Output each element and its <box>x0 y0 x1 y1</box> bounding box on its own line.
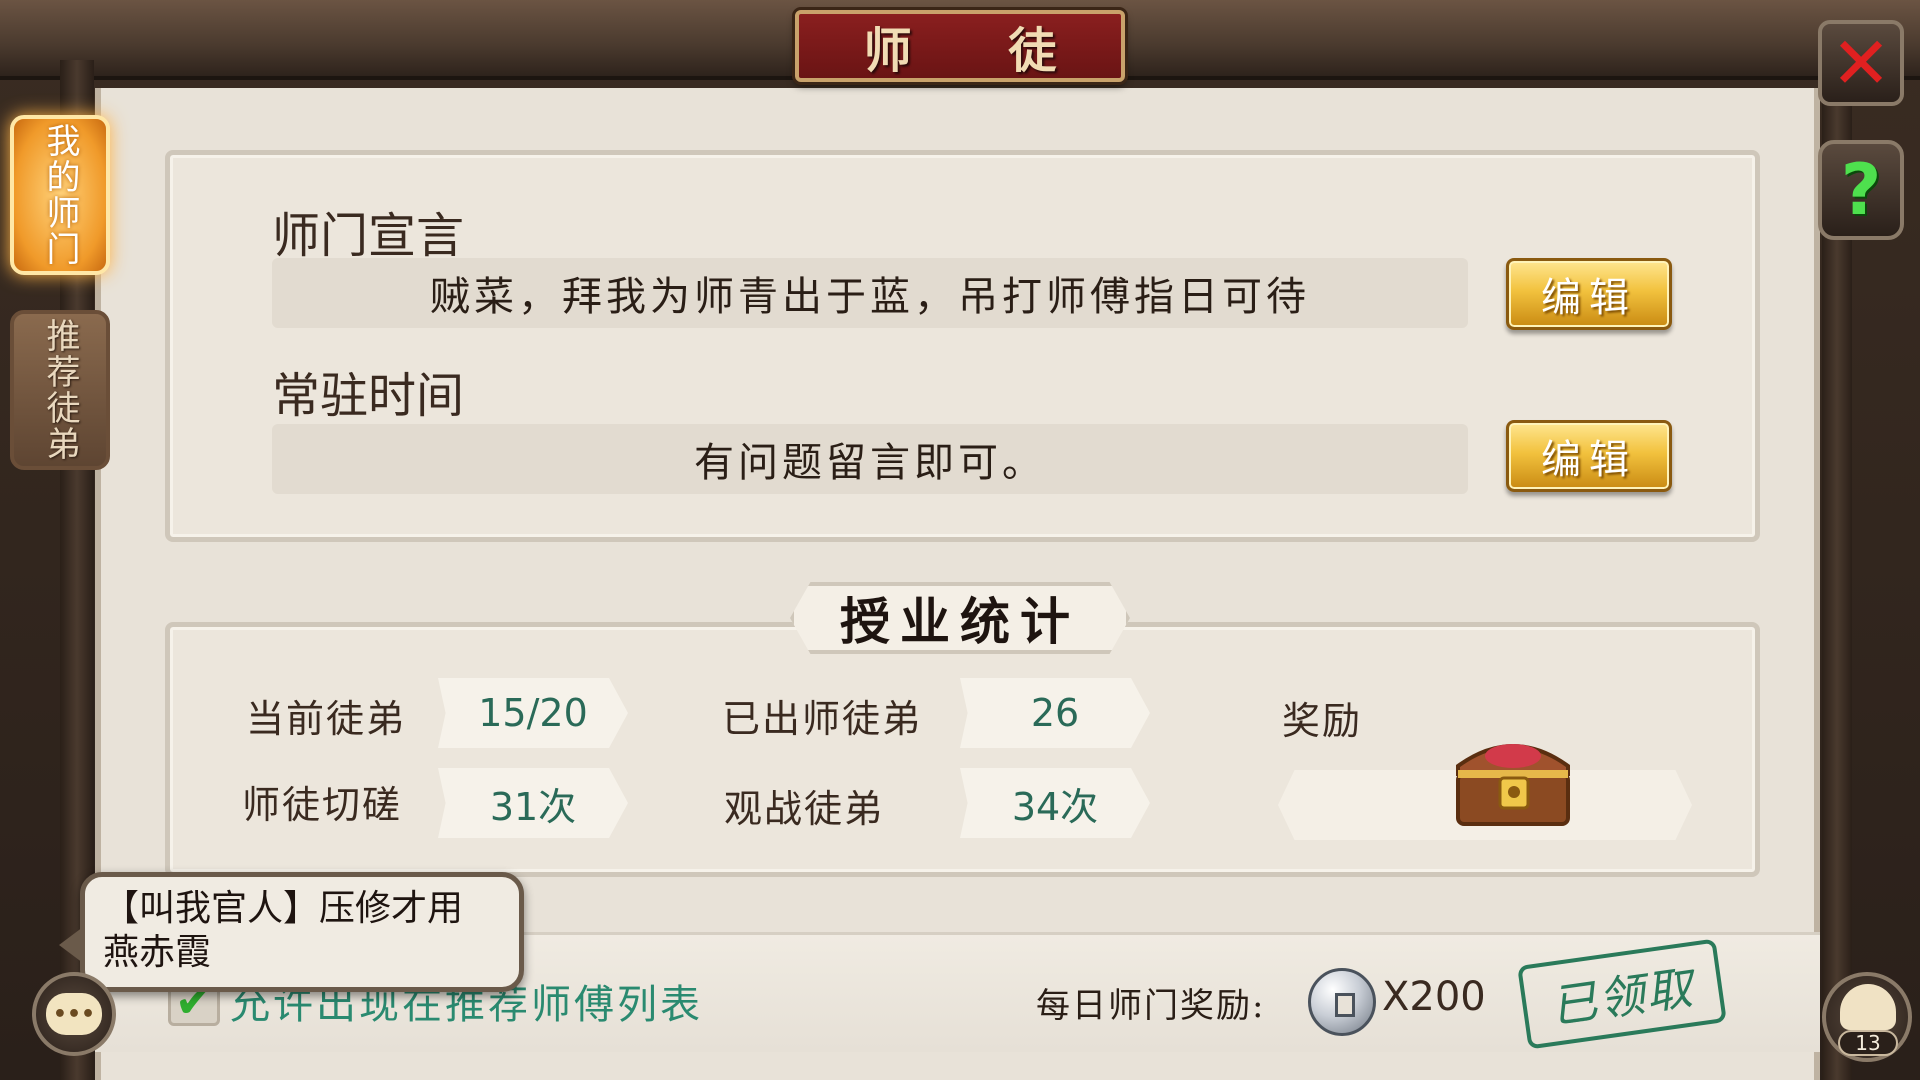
friends-icon <box>1840 984 1896 1030</box>
help-button[interactable]: ? <box>1818 140 1904 240</box>
reward-label: 奖励 <box>1282 699 1363 743</box>
chat-icon: ••• <box>46 993 102 1035</box>
sparring-value: 31次 <box>438 768 628 838</box>
treasure-chest-icon[interactable] <box>1448 726 1578 830</box>
tab-my-school[interactable]: 我的师门 <box>10 115 110 275</box>
close-icon: ✕ <box>1830 21 1892 105</box>
friends-count: 13 <box>1838 1030 1898 1056</box>
graduated-disciples-label: 已出师徒弟 <box>722 697 923 741</box>
chat-line-1: 【叫我官人】压修才用 <box>103 888 464 929</box>
current-disciples-value: 15/20 <box>438 678 628 748</box>
edit-declaration-button[interactable]: 编辑 <box>1506 258 1672 330</box>
spectate-value: 34次 <box>960 768 1150 838</box>
spectate-label: 观战徒弟 <box>724 787 885 831</box>
silver-coin-icon <box>1308 968 1376 1036</box>
window-title: 师 徒 <box>863 23 1097 79</box>
daily-reward-label: 每日师门奖励: <box>1036 986 1266 1026</box>
claimed-label: 已领取 <box>1547 960 1698 1034</box>
graduated-disciples-value: 26 <box>960 678 1150 748</box>
chat-button[interactable]: ••• <box>32 972 116 1056</box>
close-button[interactable]: ✕ <box>1818 20 1904 106</box>
tab-my-school-label: 我的师门 <box>40 123 80 267</box>
online-time-title: 常驻时间 <box>272 368 465 424</box>
tab-recommended-disciples[interactable]: 推荐徒弟 <box>10 310 110 470</box>
sparring-label: 师徒切磋 <box>242 783 403 827</box>
window-title-plaque: 师 徒 <box>795 10 1125 82</box>
chat-bubble[interactable]: 【叫我官人】压修才用 燕赤霞 <box>59 872 524 992</box>
tab-recommended-disciples-label: 推荐徒弟 <box>40 318 80 462</box>
friends-button[interactable]: 13 <box>1822 972 1912 1062</box>
declaration-text: 贼菜，拜我为师青出于蓝，吊打师傅指日可待 <box>272 258 1468 328</box>
chat-line-2: 燕赤霞 <box>103 932 212 973</box>
current-disciples-label: 当前徒弟 <box>246 697 407 741</box>
help-icon: ? <box>1840 149 1882 231</box>
declaration-title: 师门宣言 <box>272 208 465 264</box>
teaching-stats-banner: 授业统计 <box>790 582 1130 654</box>
daily-reward-count: X200 <box>1382 974 1486 1020</box>
edit-online-time-button[interactable]: 编辑 <box>1506 420 1672 492</box>
online-time-text: 有问题留言即可。 <box>272 424 1468 494</box>
